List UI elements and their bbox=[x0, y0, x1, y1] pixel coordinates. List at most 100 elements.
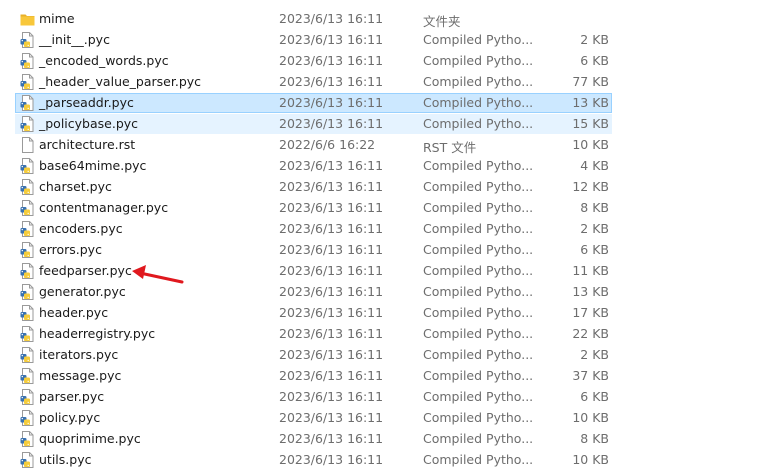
file-date: 2023/6/13 16:11 bbox=[279, 200, 384, 215]
file-row[interactable]: generator.pyc 2023/6/13 16:11 Compiled Pyt… bbox=[0, 282, 768, 303]
python-file-icon bbox=[20, 263, 35, 279]
file-date: 2023/6/13 16:11 bbox=[279, 347, 384, 362]
file-type: Compiled Pytho... bbox=[423, 305, 534, 320]
python-file-icon bbox=[20, 452, 35, 468]
file-type: Compiled Pytho... bbox=[423, 263, 534, 278]
file-row[interactable]: feedparser.pyc 2023/6/13 16:11 Compiled Py… bbox=[0, 261, 768, 282]
file-name: _parseaddr.pyc bbox=[39, 95, 134, 110]
python-file-icon bbox=[20, 326, 35, 342]
file-row[interactable]: encoders.pyc 2023/6/13 16:11 Compiled Pyth… bbox=[0, 219, 768, 240]
file-row-selected[interactable]: _parseaddr.pyc 2023/6/13 16:11 Compiled Py… bbox=[0, 93, 768, 114]
file-size: 10 KB bbox=[572, 410, 609, 425]
file-name: generator.pyc bbox=[39, 284, 126, 299]
file-row[interactable]: mime 2023/6/13 16:11 文件夹 bbox=[0, 9, 768, 30]
file-date: 2023/6/13 16:11 bbox=[279, 431, 384, 446]
file-size: 6 KB bbox=[580, 242, 609, 257]
text-file-icon bbox=[20, 137, 35, 153]
file-row[interactable]: parser.pyc 2023/6/13 16:11 Compiled Pytho.… bbox=[0, 387, 768, 408]
python-file-icon bbox=[20, 389, 35, 405]
file-type: RST 文件 bbox=[423, 140, 477, 155]
file-row[interactable]: _encoded_words.pyc 2023/6/13 16:11 Compile… bbox=[0, 51, 768, 72]
file-date: 2023/6/13 16:11 bbox=[279, 242, 384, 257]
file-size: 6 KB bbox=[580, 53, 609, 68]
file-type: 文件夹 bbox=[423, 14, 461, 29]
python-file-icon bbox=[20, 347, 35, 363]
file-name: policy.pyc bbox=[39, 410, 101, 425]
file-date: 2023/6/13 16:11 bbox=[279, 179, 384, 194]
file-name: base64mime.pyc bbox=[39, 158, 147, 173]
python-file-icon bbox=[20, 32, 35, 48]
file-date: 2023/6/13 16:11 bbox=[279, 305, 384, 320]
file-size: 4 KB bbox=[580, 158, 609, 173]
file-size: 8 KB bbox=[580, 431, 609, 446]
file-size: 10 KB bbox=[572, 137, 609, 152]
file-type: Compiled Pytho... bbox=[423, 326, 534, 341]
file-size: 6 KB bbox=[580, 389, 609, 404]
file-row[interactable]: header.pyc 2023/6/13 16:11 Compiled Pytho.… bbox=[0, 303, 768, 324]
file-date: 2023/6/13 16:11 bbox=[279, 410, 384, 425]
file-size: 12 KB bbox=[572, 179, 609, 194]
file-row[interactable]: base64mime.pyc 2023/6/13 16:11 Compiled Py… bbox=[0, 156, 768, 177]
file-name: header.pyc bbox=[39, 305, 109, 320]
file-size: 11 KB bbox=[572, 263, 609, 278]
file-name: encoders.pyc bbox=[39, 221, 123, 236]
file-date: 2023/6/13 16:11 bbox=[279, 11, 384, 26]
file-date: 2023/6/13 16:11 bbox=[279, 284, 384, 299]
file-name: parser.pyc bbox=[39, 389, 105, 404]
python-file-icon bbox=[20, 368, 35, 384]
file-date: 2023/6/13 16:11 bbox=[279, 95, 384, 110]
file-date: 2022/6/6 16:22 bbox=[279, 137, 376, 152]
file-size: 8 KB bbox=[580, 200, 609, 215]
file-list: mime 2023/6/13 16:11 文件夹 __init__.pyc 2023/… bbox=[0, 9, 768, 471]
file-row[interactable]: contentmanager.pyc 2023/6/13 16:11 Compile… bbox=[0, 198, 768, 219]
file-row[interactable]: iterators.pyc 2023/6/13 16:11 Compiled Pyt… bbox=[0, 345, 768, 366]
python-file-icon bbox=[20, 284, 35, 300]
file-row[interactable]: message.pyc 2023/6/13 16:11 Compiled Pytho… bbox=[0, 366, 768, 387]
file-row[interactable]: charset.pyc 2023/6/13 16:11 Compiled Pytho… bbox=[0, 177, 768, 198]
file-type: Compiled Pytho... bbox=[423, 53, 534, 68]
file-date: 2023/6/13 16:11 bbox=[279, 368, 384, 383]
file-size: 2 KB bbox=[580, 347, 609, 362]
python-file-icon bbox=[20, 221, 35, 237]
file-name: _encoded_words.pyc bbox=[39, 53, 169, 68]
python-file-icon bbox=[20, 179, 35, 195]
file-date: 2023/6/13 16:11 bbox=[279, 116, 384, 131]
file-date: 2023/6/13 16:11 bbox=[279, 389, 384, 404]
file-name: iterators.pyc bbox=[39, 347, 119, 362]
python-file-icon bbox=[20, 74, 35, 90]
file-row[interactable]: quoprimime.pyc 2023/6/13 16:11 Compiled Py… bbox=[0, 429, 768, 450]
file-type: Compiled Pytho... bbox=[423, 200, 534, 215]
file-date: 2023/6/13 16:11 bbox=[279, 158, 384, 173]
file-row-hover[interactable]: _policybase.pyc 2023/6/13 16:11 Compiled P… bbox=[0, 114, 768, 135]
file-type: Compiled Pytho... bbox=[423, 32, 534, 47]
file-row[interactable]: errors.pyc 2023/6/13 16:11 Compiled Pytho.… bbox=[0, 240, 768, 261]
file-row[interactable]: utils.pyc 2023/6/13 16:11 Compiled Pytho..… bbox=[0, 450, 768, 471]
file-size: 2 KB bbox=[580, 32, 609, 47]
file-size: 77 KB bbox=[572, 74, 609, 89]
file-row[interactable]: architecture.rst 2022/6/6 16:22 RST 文件 10 K… bbox=[0, 135, 768, 156]
file-type: Compiled Pytho... bbox=[423, 347, 534, 362]
file-size: 13 KB bbox=[572, 95, 609, 110]
file-name: message.pyc bbox=[39, 368, 122, 383]
file-size: 2 KB bbox=[580, 221, 609, 236]
file-size: 15 KB bbox=[572, 116, 609, 131]
file-date: 2023/6/13 16:11 bbox=[279, 32, 384, 47]
file-name: _header_value_parser.pyc bbox=[39, 74, 202, 89]
file-size: 22 KB bbox=[572, 326, 609, 341]
file-type: Compiled Pytho... bbox=[423, 158, 534, 173]
file-name: _policybase.pyc bbox=[39, 116, 139, 131]
file-name: contentmanager.pyc bbox=[39, 200, 169, 215]
file-name: errors.pyc bbox=[39, 242, 102, 257]
file-date: 2023/6/13 16:11 bbox=[279, 326, 384, 341]
python-file-icon bbox=[20, 116, 35, 132]
red-arrow-icon bbox=[132, 265, 184, 284]
file-name: __init__.pyc bbox=[39, 32, 110, 47]
file-row[interactable]: _header_value_parser.pyc 2023/6/13 16:11 C… bbox=[0, 72, 768, 93]
file-row[interactable]: policy.pyc 2023/6/13 16:11 Compiled Pytho.… bbox=[0, 408, 768, 429]
python-file-icon bbox=[20, 158, 35, 174]
file-row[interactable]: __init__.pyc 2023/6/13 16:11 Compiled Pyth… bbox=[0, 30, 768, 51]
file-date: 2023/6/13 16:11 bbox=[279, 263, 384, 278]
file-name: mime bbox=[39, 11, 75, 26]
file-size: 37 KB bbox=[572, 368, 609, 383]
file-row[interactable]: headerregistry.pyc 2023/6/13 16:11 Compile… bbox=[0, 324, 768, 345]
